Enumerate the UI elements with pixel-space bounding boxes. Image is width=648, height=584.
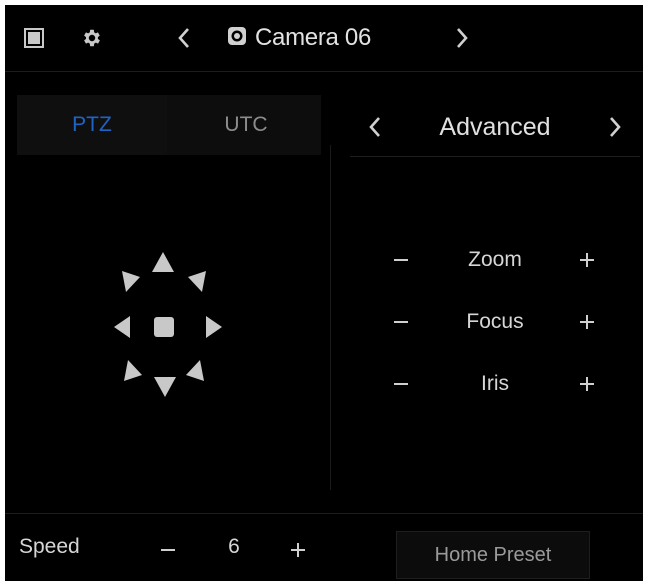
window-icon[interactable] <box>23 27 45 49</box>
plus-icon <box>580 377 594 391</box>
pan-right-arrow-icon[interactable] <box>205 315 223 339</box>
focus-near-button[interactable] <box>388 304 414 340</box>
pan-up-left-arrow-icon[interactable] <box>121 269 141 293</box>
camera-icon <box>227 26 247 51</box>
next-camera-chevron-right-icon[interactable] <box>449 23 475 53</box>
camera-title: Camera 06 <box>227 23 371 53</box>
pan-down-arrow-icon[interactable] <box>153 376 177 398</box>
plus-icon <box>580 315 594 329</box>
focus-control: Focus <box>350 304 640 340</box>
iris-close-button[interactable] <box>388 366 414 402</box>
plus-icon <box>291 543 305 557</box>
minus-icon <box>394 383 408 385</box>
iris-label: Iris <box>481 372 509 395</box>
speed-increase-button[interactable] <box>285 535 311 565</box>
pan-up-arrow-icon[interactable] <box>151 251 175 273</box>
tab-ptz[interactable]: PTZ <box>17 95 167 155</box>
minus-icon <box>394 321 408 323</box>
pan-left-arrow-icon[interactable] <box>113 315 131 339</box>
speed-label: Speed <box>19 535 80 558</box>
stop-square-icon[interactable] <box>153 316 175 338</box>
ptz-control-panel: Camera 06 PTZ UTC Advanced Zoom Focus Ir… <box>5 5 643 581</box>
zoom-control: Zoom <box>350 242 640 278</box>
top-bar: Camera 06 <box>5 5 643 72</box>
vertical-divider <box>330 145 331 490</box>
pan-down-right-arrow-icon[interactable] <box>185 359 205 383</box>
pan-up-right-arrow-icon[interactable] <box>187 269 207 293</box>
zoom-out-button[interactable] <box>388 242 414 278</box>
advanced-header: Advanced <box>350 97 640 157</box>
previous-camera-chevron-left-icon[interactable] <box>171 23 197 53</box>
zoom-in-button[interactable] <box>574 242 600 278</box>
focus-far-button[interactable] <box>574 304 600 340</box>
camera-name: Camera 06 <box>255 24 372 51</box>
minus-icon <box>394 259 408 261</box>
speed-decrease-button[interactable] <box>155 535 181 565</box>
home-preset-button[interactable]: Home Preset <box>396 531 590 579</box>
minus-icon <box>161 549 175 551</box>
advanced-title: Advanced <box>439 113 551 141</box>
gear-icon[interactable] <box>79 25 105 51</box>
iris-control: Iris <box>350 366 640 402</box>
bottom-bar: Speed 6 Home Preset <box>5 513 643 581</box>
mode-tabs: PTZ UTC <box>17 95 321 155</box>
plus-icon <box>580 253 594 267</box>
iris-open-button[interactable] <box>574 366 600 402</box>
tab-utc[interactable]: UTC <box>171 95 321 155</box>
ptz-direction-pad <box>95 241 225 401</box>
focus-label: Focus <box>466 310 524 333</box>
advanced-divider <box>350 156 640 157</box>
advanced-prev-chevron-left-icon[interactable] <box>362 112 388 142</box>
pan-down-left-arrow-icon[interactable] <box>123 359 143 383</box>
zoom-label: Zoom <box>468 248 522 271</box>
speed-value: 6 <box>228 535 240 558</box>
top-divider <box>5 71 643 72</box>
bottom-divider <box>5 513 643 514</box>
advanced-next-chevron-right-icon[interactable] <box>602 112 628 142</box>
